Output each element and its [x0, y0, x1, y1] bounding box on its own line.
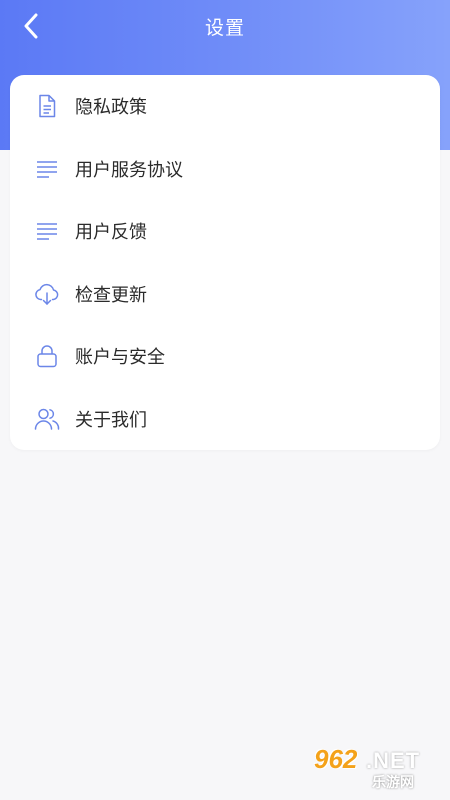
settings-menu-card: 隐私政策 用户服务协议 用户反馈 检查更新 账户与安全 关于我们: [10, 75, 440, 450]
lock-icon: [34, 343, 60, 369]
lines-icon: [34, 218, 60, 244]
menu-item-account-security[interactable]: 账户与安全: [10, 325, 440, 388]
menu-item-label: 账户与安全: [75, 347, 165, 368]
lines-icon: [34, 156, 60, 182]
menu-item-label: 用户反馈: [75, 222, 147, 243]
menu-item-privacy-policy[interactable]: 隐私政策: [10, 75, 440, 138]
menu-item-label: 检查更新: [75, 284, 147, 305]
menu-item-user-feedback[interactable]: 用户反馈: [10, 200, 440, 263]
menu-item-label: 关于我们: [75, 409, 147, 430]
page-title: 设置: [204, 18, 245, 39]
watermark-number: 962: [314, 744, 358, 774]
users-icon: [34, 406, 60, 432]
watermark-logo: 962 .NET 乐游网: [310, 744, 442, 792]
menu-item-label: 隐私政策: [75, 97, 147, 118]
cloud-download-icon: [34, 281, 60, 307]
menu-item-label: 用户服务协议: [75, 159, 183, 180]
settings-page: 设置 隐私政策 用户服务协议 用户反馈 检查更新 账户与安全 关于我们 962 …: [0, 0, 450, 800]
watermark-suffix: .NET: [366, 748, 421, 773]
top-bar: 设置: [0, 0, 450, 52]
document-icon: [34, 93, 60, 119]
menu-item-about-us[interactable]: 关于我们: [10, 388, 440, 451]
menu-item-user-agreement[interactable]: 用户服务协议: [10, 138, 440, 201]
menu-item-check-update[interactable]: 检查更新: [10, 263, 440, 326]
watermark-subtitle: 乐游网: [372, 774, 414, 790]
